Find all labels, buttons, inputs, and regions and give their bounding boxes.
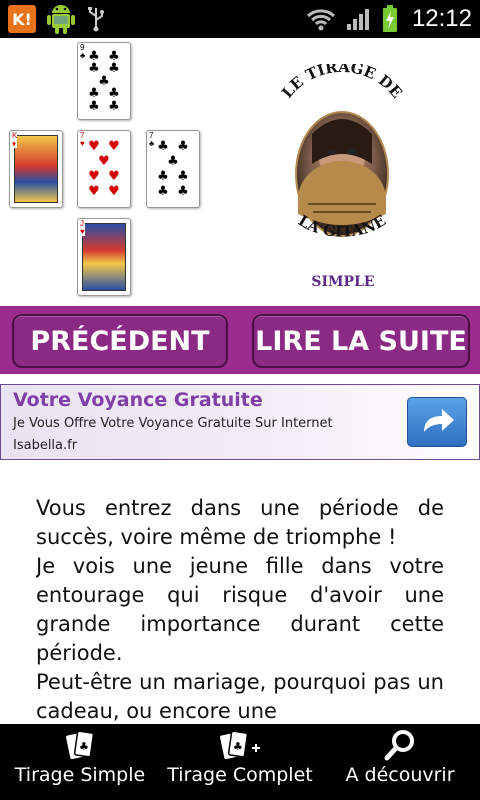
cards-plus-icon: ♣ bbox=[220, 730, 260, 760]
card-top[interactable]: 9 ♣ ♣ ♣ ♣ ♣ ♣ ♣ ♣ ♣ ♣ bbox=[77, 42, 131, 120]
nav-label: Tirage Complet bbox=[167, 764, 313, 786]
reading-text: Vous entrez dans une période de succès, … bbox=[36, 494, 444, 722]
svg-text:♣: ♣ bbox=[233, 740, 243, 753]
svg-text:♣: ♣ bbox=[79, 740, 89, 753]
system-indicators: 12:12 bbox=[306, 0, 472, 38]
wifi-icon bbox=[306, 9, 335, 31]
android-icon bbox=[47, 5, 75, 34]
card-bottom[interactable]: J ♥ bbox=[77, 218, 131, 296]
battery-charging-icon bbox=[382, 5, 397, 32]
reading-paragraph: Peut-être un mariage, pourquoi pas un ca… bbox=[36, 670, 444, 722]
nav-tirage-simple[interactable]: ♣ Tirage Simple bbox=[0, 724, 160, 800]
clock: 12:12 bbox=[411, 5, 472, 32]
status-bar: K! 12:12 bbox=[0, 0, 480, 38]
cards-icon: ♣ bbox=[66, 730, 95, 760]
card-right[interactable]: 7 ♣ ♣ ♣ ♣ ♣ ♣ ♣ ♣ bbox=[146, 130, 200, 208]
card-left[interactable]: K ♦ bbox=[9, 130, 63, 208]
app-notification-icon: K! bbox=[8, 5, 36, 33]
tirage-gitane-logo: LE TIRAGE DE LA GITANE bbox=[278, 64, 406, 241]
reading-paragraph: Je vois une jeune fille dans votre entou… bbox=[36, 554, 444, 665]
usb-icon bbox=[88, 7, 104, 32]
share-arrow-icon bbox=[424, 409, 454, 432]
card-center[interactable]: 7 ♥ ♥ ♥ ♥ ♥ ♥ ♥ ♥ bbox=[77, 130, 131, 208]
svg-text:LE TIRAGE DE: LE TIRAGE DE bbox=[278, 64, 406, 102]
bottom-navigation: ♣ Tirage Simple ♣ Tirage Complet A décou… bbox=[0, 724, 480, 800]
mode-label: SIMPLE bbox=[311, 274, 375, 290]
ad-banner[interactable]: Votre Voyance Gratuite Je Vous Offre Vot… bbox=[0, 384, 480, 460]
signal-icon bbox=[346, 9, 369, 30]
ad-open-button[interactable] bbox=[407, 397, 467, 447]
nav-a-decouvrir[interactable]: A découvrir bbox=[320, 724, 480, 800]
navigation-button-bar: PRÉCÉDENT LIRE LA SUITE bbox=[0, 306, 480, 374]
previous-button[interactable]: PRÉCÉDENT bbox=[12, 314, 228, 368]
king-face bbox=[14, 135, 58, 203]
search-icon bbox=[384, 730, 414, 761]
reading-paragraph: Vous entrez dans une période de succès, … bbox=[36, 496, 444, 549]
ad-text: Je Vous Offre Votre Voyance Gratuite Sur… bbox=[13, 416, 333, 431]
notification-icons: K! bbox=[8, 4, 106, 34]
nav-tirage-complet[interactable]: ♣ Tirage Complet bbox=[160, 724, 320, 800]
ad-title: Votre Voyance Gratuite bbox=[13, 389, 263, 411]
read-more-button[interactable]: LIRE LA SUITE bbox=[252, 314, 470, 368]
nav-label: Tirage Simple bbox=[14, 764, 146, 786]
ad-domain: Isabella.fr bbox=[13, 438, 78, 453]
jack-face bbox=[82, 223, 126, 291]
logo-title-top: LE TIRAGE DE bbox=[278, 64, 406, 102]
nav-label: A découvrir bbox=[345, 764, 455, 786]
